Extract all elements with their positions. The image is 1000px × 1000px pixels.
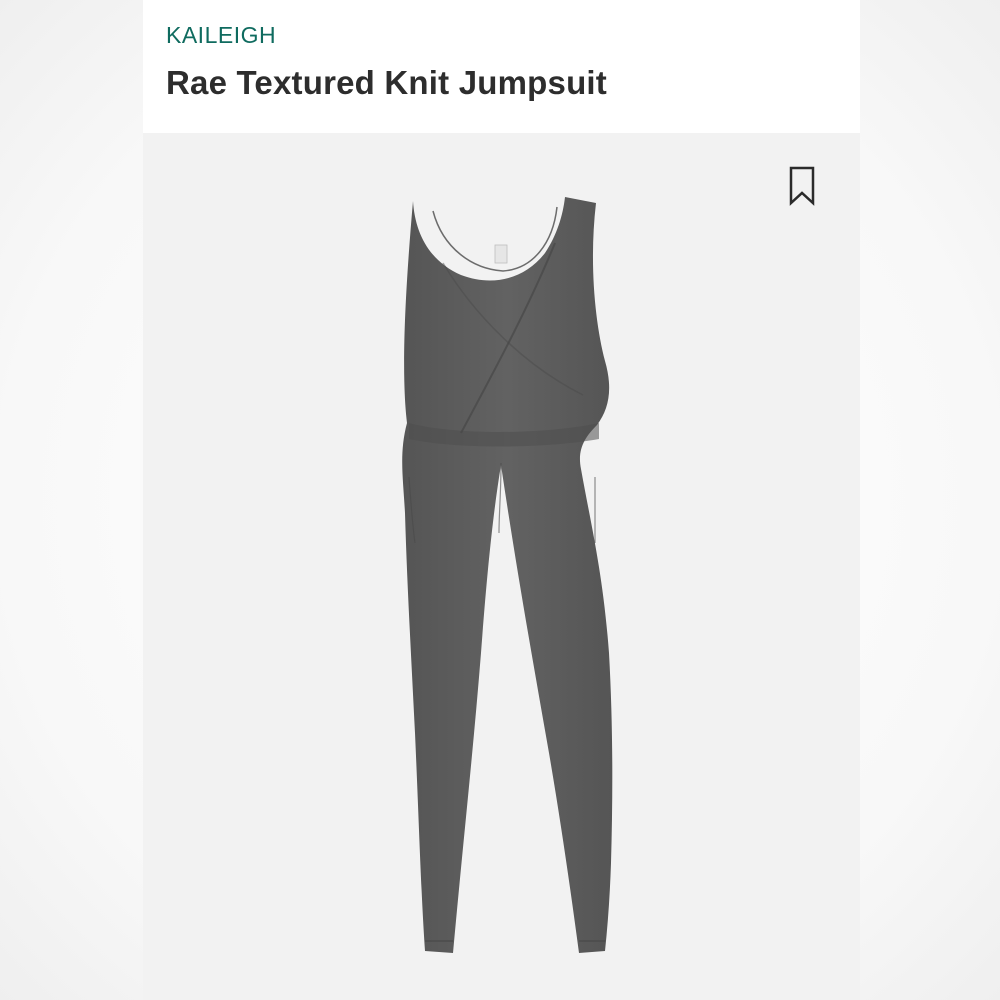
product-header: KAILEIGH Rae Textured Knit Jumpsuit	[143, 0, 860, 133]
product-image-area[interactable]	[143, 133, 860, 1000]
product-title: Rae Textured Knit Jumpsuit	[166, 64, 607, 101]
page-frame: KAILEIGH Rae Textured Knit Jumpsuit	[0, 0, 1000, 1000]
jumpsuit-image	[402, 197, 613, 953]
jumpsuit-body	[402, 197, 613, 953]
brand-name[interactable]: KAILEIGH	[166, 22, 276, 49]
label-tag	[494, 244, 508, 264]
product-card: KAILEIGH Rae Textured Knit Jumpsuit	[143, 0, 860, 1000]
bookmark-icon[interactable]	[788, 166, 816, 206]
